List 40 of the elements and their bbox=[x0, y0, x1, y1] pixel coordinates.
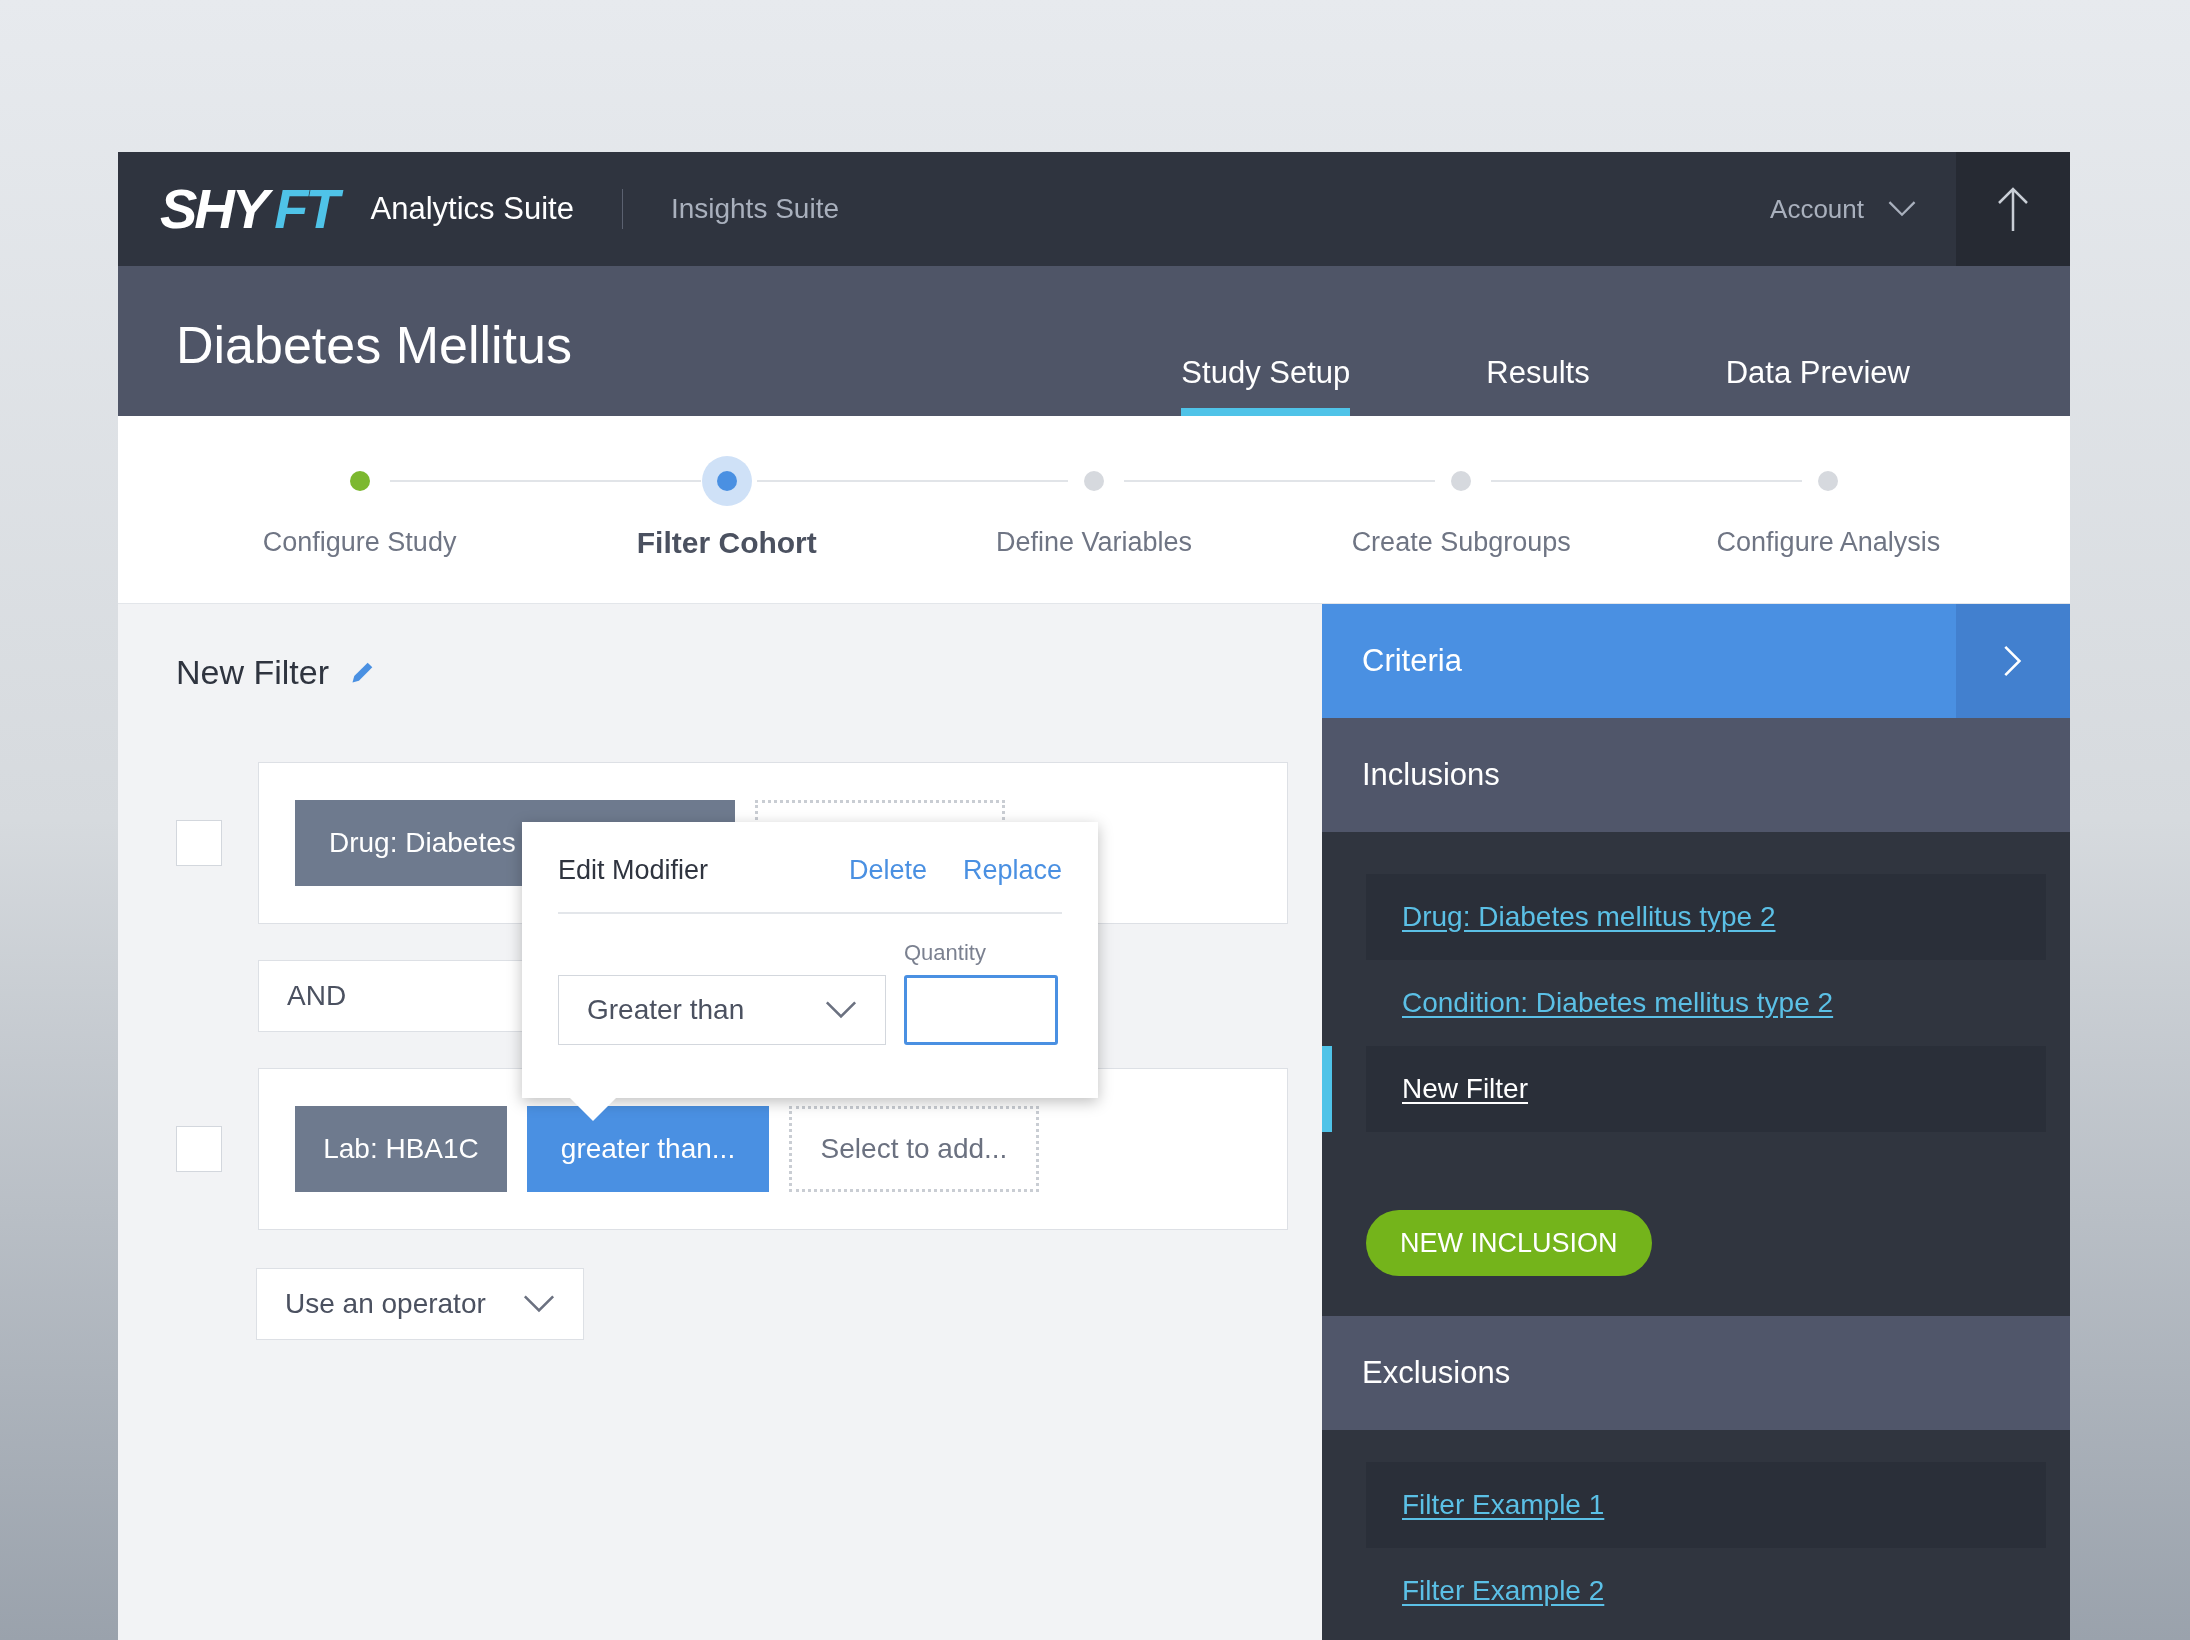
step-label[interactable]: Configure Study bbox=[262, 522, 457, 563]
nav-tab[interactable]: Results bbox=[1486, 266, 1590, 416]
nav-tab[interactable]: Data Preview bbox=[1725, 266, 1910, 416]
criteria-title: Criteria bbox=[1362, 641, 1462, 680]
criteria-item[interactable]: Drug: Diabetes mellitus type 2 bbox=[1366, 874, 2046, 960]
account-menu[interactable]: Account bbox=[1770, 189, 1916, 229]
criteria-item[interactable]: New Filter bbox=[1366, 1046, 2046, 1132]
section-title: Inclusions bbox=[1362, 755, 1500, 794]
suite-link[interactable]: Insights Suite bbox=[670, 188, 839, 230]
popover-title: Edit Modifier bbox=[558, 853, 709, 887]
criterion-chip[interactable]: Lab: HBA1C bbox=[295, 1106, 507, 1192]
chevron-down-icon bbox=[1888, 201, 1916, 217]
chevron-right-icon bbox=[2004, 645, 2022, 677]
criteria-item[interactable]: Filter Example 1 bbox=[1366, 1462, 2046, 1548]
add-slot[interactable]: Select to add... bbox=[789, 1106, 1039, 1192]
step-label[interactable]: Create Subgroups bbox=[1351, 522, 1571, 563]
step-label[interactable]: Filter Cohort bbox=[636, 520, 817, 565]
row-checkbox[interactable] bbox=[176, 1126, 222, 1172]
modifier-chip[interactable]: greater than... bbox=[527, 1106, 769, 1192]
criteria-item[interactable]: Filter Example 2 bbox=[1366, 1548, 2046, 1634]
collapse-button[interactable] bbox=[1956, 604, 2070, 718]
popover-action-link[interactable]: Replace bbox=[962, 849, 1062, 891]
filter-title: New Filter bbox=[176, 651, 330, 693]
operator-dropdown[interactable]: Use an operator bbox=[256, 1268, 584, 1340]
popover-action-link[interactable]: Delete bbox=[848, 849, 927, 891]
step-label[interactable]: Define Variables bbox=[995, 522, 1193, 563]
logo-text: SHY bbox=[160, 177, 275, 241]
app-name: Analytics Suite bbox=[370, 189, 574, 228]
quantity-field[interactable] bbox=[904, 975, 1058, 1045]
scroll-top-button[interactable] bbox=[1956, 152, 2070, 266]
quantity-label: Quantity bbox=[904, 939, 987, 967]
section-title: Exclusions bbox=[1362, 1353, 1511, 1392]
step-label[interactable]: Configure Analysis bbox=[1716, 522, 1941, 563]
criteria-item[interactable]: Condition: Diabetes mellitus type 2 bbox=[1366, 960, 2046, 1046]
chevron-down-icon bbox=[825, 1001, 857, 1019]
study-title: Diabetes Mellitus bbox=[176, 315, 572, 376]
comparison-select[interactable]: Greater than bbox=[558, 975, 886, 1045]
chevron-down-icon bbox=[523, 1295, 555, 1313]
logo-text: FT bbox=[274, 177, 345, 241]
row-checkbox[interactable] bbox=[176, 820, 222, 866]
